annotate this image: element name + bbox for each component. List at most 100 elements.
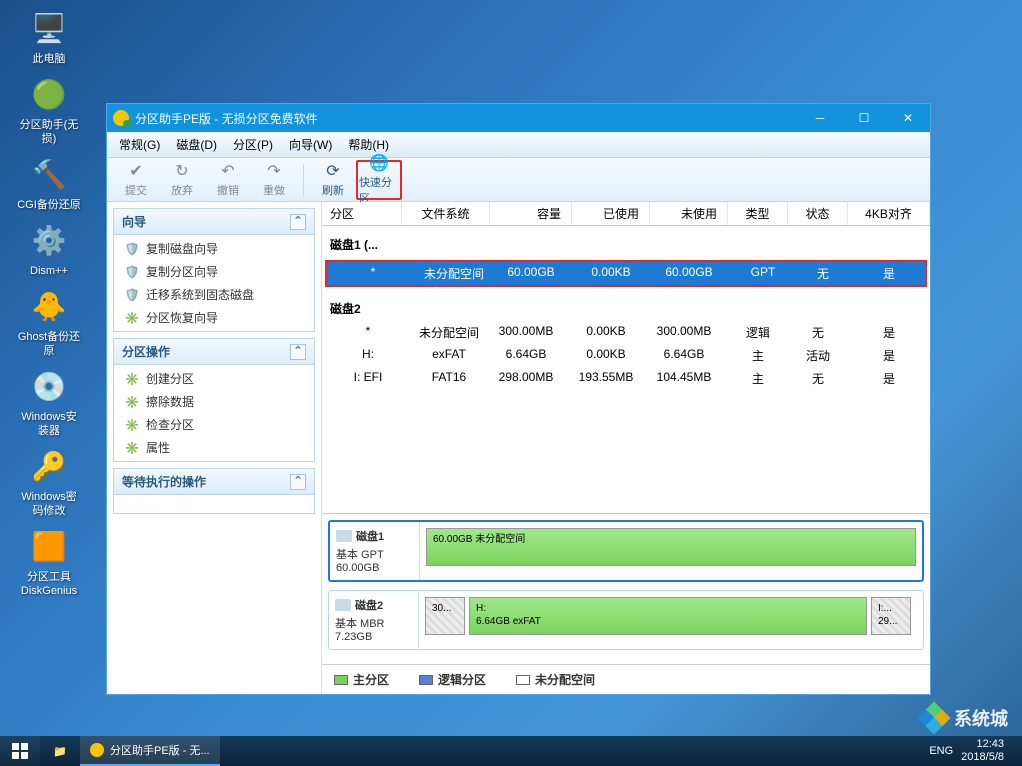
quick-icon: 🌐 [369, 153, 389, 173]
desktop-icon-dism[interactable]: ⚙️Dism++ [14, 220, 84, 278]
titlebar[interactable]: 分区助手PE版 - 无损分区免费软件 ─ ☐ ✕ [107, 104, 930, 132]
disk-icon [336, 530, 352, 542]
partition-block[interactable]: 60.00GB 未分配空间 [426, 528, 916, 566]
dg-icon: 🟧 [29, 526, 69, 566]
shield-icon: 🛡️ [124, 287, 140, 303]
app-icon [90, 743, 104, 757]
legend-primary: 主分区 [353, 671, 389, 688]
shield-icon: 🛡️ [124, 264, 140, 280]
taskbar: 📁 分区助手PE版 - 无... ENG 12:43 2018/5/8 [0, 736, 1022, 766]
col-header[interactable]: 类型 [728, 202, 788, 225]
disk-group-title: 磁盘1 (... [322, 226, 930, 257]
sidebar-item[interactable]: ✳️创建分区 [114, 367, 314, 390]
sidebar-item[interactable]: 🛡️复制磁盘向导 [114, 237, 314, 260]
cgi-icon: 🔨 [29, 154, 69, 194]
desktop-icon-pa[interactable]: 🟢分区助手(无损) [14, 74, 84, 146]
partition-row[interactable]: I: EFIFAT16298.00MB193.55MB104.45MB主无是 [322, 367, 930, 390]
start-button[interactable] [0, 736, 40, 766]
sidebar-item[interactable]: ✳️擦除数据 [114, 390, 314, 413]
app-icon [113, 110, 129, 126]
wand-icon: ✳️ [124, 394, 140, 410]
disk-graph[interactable]: 磁盘2基本 MBR7.23GB30...H:6.64GB exFATI:...2… [328, 590, 924, 650]
col-header[interactable]: 容量 [490, 202, 572, 225]
desktop-icon-pc[interactable]: 🖥️此电脑 [14, 8, 84, 66]
desktop-icon-dg[interactable]: 🟧分区工具DiskGenius [14, 526, 84, 598]
ime-indicator[interactable]: ENG [929, 745, 953, 757]
partition-block[interactable]: I:...29... [871, 597, 911, 635]
menu-item-1[interactable]: 磁盘(D) [168, 133, 225, 156]
sidebar-item[interactable]: ✳️分区恢复向导 [114, 306, 314, 329]
menu-bar: 常规(G)磁盘(D)分区(P)向导(W)帮助(H) [107, 132, 930, 158]
col-header[interactable]: 已使用 [572, 202, 650, 225]
disk-icon [335, 599, 351, 611]
disk-graph-area: 磁盘1基本 GPT60.00GB60.00GB 未分配空间磁盘2基本 MBR7.… [322, 513, 930, 664]
partition-table-header: 分区文件系统容量已使用未使用类型状态4KB对齐 [322, 202, 930, 226]
col-header[interactable]: 状态 [788, 202, 848, 225]
minimize-button[interactable]: ─ [798, 104, 842, 132]
menu-item-3[interactable]: 向导(W) [281, 133, 340, 156]
desktop-icon-winins[interactable]: 💿Windows安装器 [14, 366, 84, 438]
pa-icon: 🟢 [29, 74, 69, 114]
maximize-button[interactable]: ☐ [842, 104, 886, 132]
wand-icon: ✳️ [124, 371, 140, 387]
col-header[interactable]: 分区 [322, 202, 402, 225]
sidebar-item[interactable]: ✳️属性 [114, 436, 314, 459]
tool-discard: ↻放弃 [159, 160, 205, 200]
ghost-icon: 🐥 [29, 286, 69, 326]
partition-table: 磁盘1 (...*未分配空间60.00GB0.00KB60.00GBGPT无是磁… [322, 226, 930, 513]
system-tray: ENG 12:43 2018/5/8 [909, 738, 1022, 764]
desktop-icon-ghost[interactable]: 🐥Ghost备份还原 [14, 286, 84, 358]
toolbar: ✔提交↻放弃↶撤销↷重做⟳刷新🌐快速分区 [107, 158, 930, 202]
wizard-panel: 向导 ⌃ 🛡️复制磁盘向导🛡️复制分区向导🛡️迁移系统到固态磁盘✳️分区恢复向导 [113, 208, 315, 332]
disk-graph[interactable]: 磁盘1基本 GPT60.00GB60.00GB 未分配空间 [328, 520, 924, 582]
sidebar: 向导 ⌃ 🛡️复制磁盘向导🛡️复制分区向导🛡️迁移系统到固态磁盘✳️分区恢复向导… [107, 202, 322, 694]
partition-row[interactable]: *未分配空间300.00MB0.00KB300.00MB逻辑无是 [322, 321, 930, 344]
wizard-panel-head[interactable]: 向导 ⌃ [114, 209, 314, 235]
pwd-icon: 🔑 [29, 446, 69, 486]
redo-icon: ↷ [267, 161, 280, 181]
shield-icon: 🛡️ [124, 241, 140, 257]
close-button[interactable]: ✕ [886, 104, 930, 132]
watermark: 系统城 [920, 704, 1008, 732]
collapse-icon[interactable]: ⌃ [290, 214, 306, 230]
discard-icon: ↻ [175, 161, 188, 181]
desktop-icon-cgi[interactable]: 🔨CGI备份还原 [14, 154, 84, 212]
ops-panel-head[interactable]: 分区操作 ⌃ [114, 339, 314, 365]
legend-unallocated: 未分配空间 [535, 671, 595, 688]
wand-icon: ✳️ [124, 310, 140, 326]
collapse-icon[interactable]: ⌃ [290, 344, 306, 360]
sidebar-item[interactable]: 🛡️复制分区向导 [114, 260, 314, 283]
sidebar-item[interactable]: ✳️检查分区 [114, 413, 314, 436]
legend: 主分区 逻辑分区 未分配空间 [322, 664, 930, 694]
refresh-icon: ⟳ [326, 161, 339, 181]
partition-row[interactable]: H:exFAT6.64GB0.00KB6.64GB主活动是 [322, 344, 930, 367]
partition-block[interactable]: 30... [425, 597, 465, 635]
tool-refresh[interactable]: ⟳刷新 [310, 160, 356, 200]
desktop-icon-pwd[interactable]: 🔑Windows密码修改 [14, 446, 84, 518]
main-content: 分区文件系统容量已使用未使用类型状态4KB对齐 磁盘1 (... *未分配空间60… [322, 202, 930, 694]
partition-assistant-window: 分区助手PE版 - 无损分区免费软件 ─ ☐ ✕ 常规(G)磁盘(D)分区(P)… [106, 103, 931, 695]
winins-icon: 💿 [29, 366, 69, 406]
collapse-icon[interactable]: ⌃ [290, 474, 306, 490]
wand-icon: ✳️ [124, 417, 140, 433]
clock[interactable]: 12:43 2018/5/8 [953, 738, 1012, 764]
tool-quick[interactable]: 🌐快速分区 [356, 160, 402, 200]
menu-item-0[interactable]: 常规(G) [111, 133, 168, 156]
partition-block[interactable]: H:6.64GB exFAT [469, 597, 867, 635]
col-header[interactable]: 未使用 [650, 202, 728, 225]
col-header[interactable]: 文件系统 [402, 202, 490, 225]
legend-logical: 逻辑分区 [438, 671, 486, 688]
ops-panel: 分区操作 ⌃ ✳️创建分区✳️擦除数据✳️检查分区✳️属性 [113, 338, 315, 462]
explorer-icon[interactable]: 📁 [40, 736, 80, 766]
dism-icon: ⚙️ [29, 220, 69, 260]
col-header[interactable]: 4KB对齐 [848, 202, 930, 225]
taskbar-app[interactable]: 分区助手PE版 - 无... [80, 736, 220, 766]
pending-panel-head[interactable]: 等待执行的操作 ⌃ [114, 469, 314, 495]
window-title: 分区助手PE版 - 无损分区免费软件 [135, 110, 318, 127]
partition-row[interactable]: *未分配空间60.00GB0.00KB60.00GBGPT无是 [327, 262, 925, 285]
sidebar-item[interactable]: 🛡️迁移系统到固态磁盘 [114, 283, 314, 306]
pending-panel: 等待执行的操作 ⌃ [113, 468, 315, 514]
wand-icon: ✳️ [124, 440, 140, 456]
menu-item-2[interactable]: 分区(P) [225, 133, 281, 156]
undo-icon: ↶ [221, 161, 234, 181]
